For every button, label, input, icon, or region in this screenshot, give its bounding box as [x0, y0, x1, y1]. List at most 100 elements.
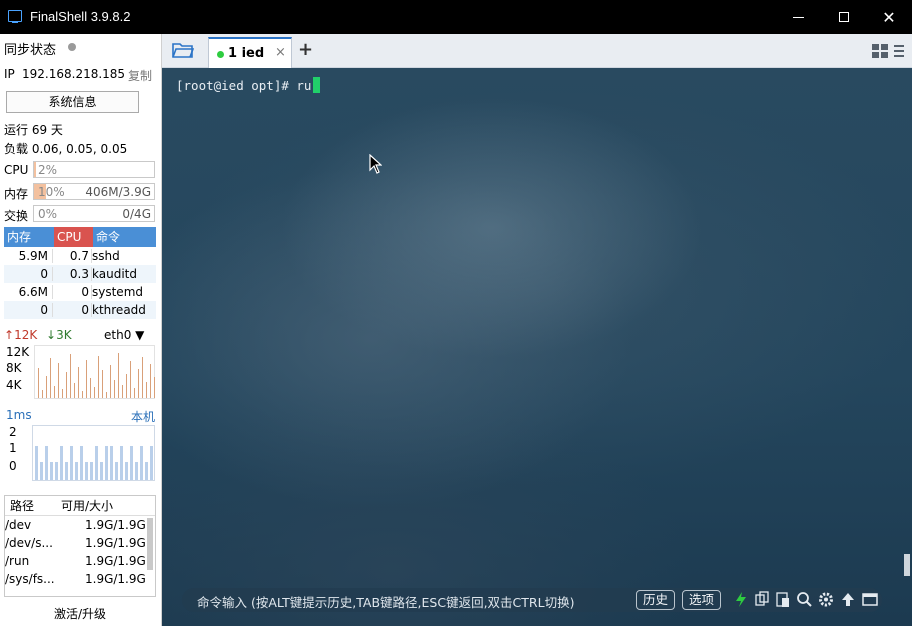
- net-download-value: 3K: [56, 328, 72, 342]
- sidebar: 同步状态 IP 192.168.218.185 复制 系统信息 运行 69 天 …: [0, 34, 162, 626]
- uptime: 运行 69 天: [4, 123, 63, 137]
- filesystem-table: 路径 可用/大小 /dev 1.9G/1.9G /dev/s... 1.9G/1.9…: [4, 495, 156, 597]
- ping-target[interactable]: 本机: [131, 408, 155, 425]
- terminal-area[interactable]: [root@ied opt]# ru: [162, 68, 912, 626]
- network-traffic-bar: [38, 368, 39, 398]
- process-header-memory[interactable]: 内存: [4, 227, 54, 247]
- ip-label: IP: [4, 67, 15, 81]
- command-input-hint[interactable]: 命令输入 (按ALT键提示历史,TAB键路径,ESC键返回,双击CTRL切换): [197, 592, 574, 611]
- minimize-button[interactable]: [775, 0, 821, 34]
- network-traffic-bar: [134, 388, 135, 398]
- network-traffic-bar: [42, 390, 43, 398]
- ping-latency: 1ms: [6, 408, 32, 422]
- system-info-button[interactable]: 系统信息: [6, 91, 139, 113]
- network-traffic-bar: [54, 386, 55, 398]
- network-traffic-bar: [62, 389, 63, 398]
- network-traffic-bar: [126, 374, 127, 398]
- network-traffic-bar: [90, 378, 91, 398]
- filesystem-row[interactable]: /dev/s... 1.9G/1.9G: [5, 534, 155, 552]
- ping-bar: [85, 462, 88, 480]
- tab-session-1[interactable]: 1 ied ×: [208, 37, 292, 68]
- cpu-meter-label: CPU: [4, 163, 29, 177]
- close-button[interactable]: ✕: [866, 0, 912, 34]
- ping-scale-label: 1: [9, 441, 17, 455]
- process-command: sshd: [92, 249, 120, 263]
- network-traffic-bar: [70, 354, 71, 398]
- sync-status-label: 同步状态: [4, 43, 57, 58]
- cpu-meter: 2%: [33, 161, 155, 178]
- ping-bar: [35, 446, 38, 480]
- process-row[interactable]: 6.6M 0 systemd: [4, 283, 156, 301]
- folder-icon[interactable]: [172, 42, 194, 58]
- paste-icon[interactable]: [775, 591, 791, 608]
- process-command: systemd: [92, 285, 143, 299]
- net-scale-label: 12K: [6, 345, 30, 359]
- fs-header-path[interactable]: 路径: [10, 496, 34, 516]
- swap-meter: 0% 0/4G: [33, 205, 155, 222]
- swap-meter-label: 交换: [4, 209, 29, 223]
- network-traffic-bar: [46, 376, 47, 398]
- sync-status-dot: [68, 43, 76, 51]
- fs-size: 1.9G/1.9G: [85, 518, 146, 532]
- ping-chart: [32, 425, 155, 481]
- window-icon[interactable]: [862, 591, 878, 608]
- net-download: ↓3K: [46, 328, 72, 342]
- options-button[interactable]: 选项: [682, 590, 722, 610]
- ping-bar: [100, 462, 103, 480]
- terminal-prompt-line: [root@ied opt]# ru: [176, 77, 321, 93]
- ping-scale-label: 2: [9, 425, 17, 439]
- filesystem-row[interactable]: /dev 1.9G/1.9G: [5, 516, 155, 534]
- copy-ip-button[interactable]: 复制: [128, 67, 152, 84]
- tab-bar: 1 ied × +: [162, 34, 912, 68]
- network-traffic-bar: [110, 365, 111, 398]
- history-button[interactable]: 历史: [636, 590, 676, 610]
- menu-icon[interactable]: [894, 44, 904, 58]
- search-icon[interactable]: [796, 591, 812, 608]
- net-scale-label: 8K: [6, 361, 22, 375]
- arrow-up-icon[interactable]: [840, 591, 856, 608]
- fs-size: 1.9G/1.9G: [85, 536, 146, 550]
- mouse-pointer-icon: [369, 154, 382, 174]
- interface-select[interactable]: eth0 ▼: [104, 328, 144, 342]
- ping-bar: [140, 446, 143, 480]
- process-row[interactable]: 5.9M 0.7 sshd: [4, 247, 156, 265]
- network-traffic-bar: [130, 361, 131, 398]
- ping-bar: [120, 446, 123, 480]
- lightning-icon[interactable]: [733, 591, 749, 608]
- maximize-button[interactable]: [821, 0, 867, 34]
- process-header-command[interactable]: 命令: [93, 227, 120, 247]
- memory-meter-amount: 406M/3.9G: [85, 185, 151, 199]
- ping-bar: [45, 446, 48, 480]
- new-tab-button[interactable]: +: [298, 39, 313, 60]
- process-header-cpu[interactable]: CPU: [54, 227, 93, 247]
- net-upload-value: 12K: [14, 328, 38, 342]
- network-traffic-bar: [114, 380, 115, 398]
- process-cpu: 0: [81, 285, 89, 299]
- network-traffic-bar: [74, 383, 75, 398]
- caret-down-icon: ▼: [135, 328, 145, 342]
- grid-layout-icon[interactable]: [872, 44, 888, 58]
- activate-upgrade-link[interactable]: 激活/升级: [0, 605, 160, 622]
- process-row[interactable]: 0 0.3 kauditd: [4, 265, 156, 283]
- process-memory: 0: [40, 267, 48, 281]
- terminal-text: [root@ied opt]# ru: [176, 78, 312, 93]
- network-traffic-bar: [50, 358, 51, 398]
- fs-header-size[interactable]: 可用/大小: [61, 496, 113, 516]
- process-command: kauditd: [92, 267, 137, 281]
- terminal-scrollbar[interactable]: [904, 554, 910, 576]
- fs-size: 1.9G/1.9G: [85, 572, 146, 586]
- filesystem-row[interactable]: /run 1.9G/1.9G: [5, 552, 155, 570]
- filesystem-scrollbar[interactable]: [147, 518, 153, 570]
- filesystem-row[interactable]: /sys/fs... 1.9G/1.9G: [5, 570, 155, 588]
- ping-bar: [90, 462, 93, 480]
- gear-icon[interactable]: [818, 591, 834, 608]
- process-row[interactable]: 0 0 kthreadd: [4, 301, 156, 319]
- fs-path: /dev: [5, 518, 32, 532]
- network-traffic-bar: [102, 370, 103, 398]
- terminal-cursor: [313, 77, 321, 93]
- copy-icon[interactable]: [754, 591, 770, 608]
- command-input-bar[interactable]: 命令输入 (按ALT键提示历史,TAB键路径,ESC键返回,双击CTRL切换) …: [182, 588, 882, 612]
- tab-close-icon[interactable]: ×: [275, 45, 286, 60]
- network-traffic-bar: [142, 357, 143, 398]
- ping-bar: [75, 462, 78, 480]
